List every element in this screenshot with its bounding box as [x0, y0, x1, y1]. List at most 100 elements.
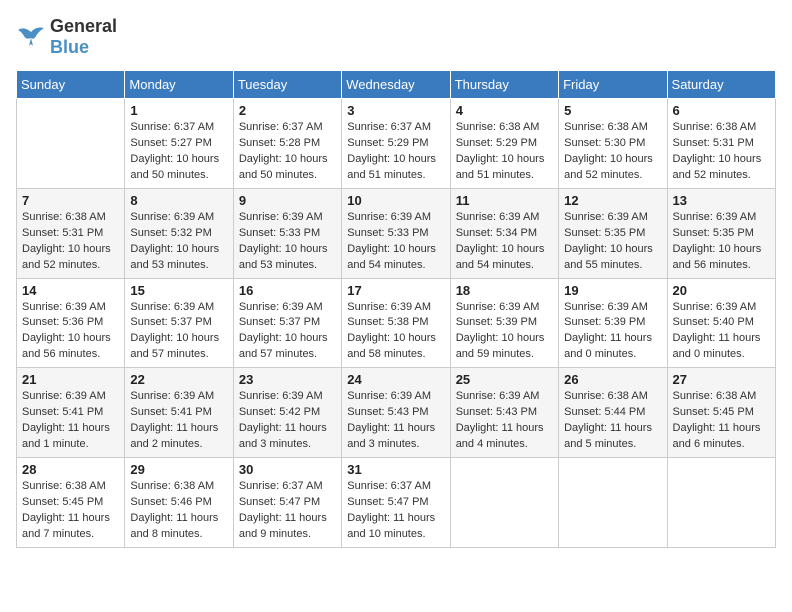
day-number: 16 — [239, 283, 336, 298]
calendar-week-row: 1 Sunrise: 6:37 AMSunset: 5:27 PMDaylight… — [17, 99, 776, 189]
calendar-cell — [17, 99, 125, 189]
calendar-cell: 6 Sunrise: 6:38 AMSunset: 5:31 PMDaylight… — [667, 99, 775, 189]
cell-info: Sunrise: 6:37 AMSunset: 5:47 PMDaylight:… — [239, 479, 336, 543]
calendar-cell: 21Sunrise: 6:39 AMSunset: 5:41 PMDayligh… — [17, 368, 125, 458]
cell-info: Sunrise: 6:39 AMSunset: 5:43 PMDaylight:… — [347, 389, 444, 453]
day-number: 1 — [130, 103, 227, 118]
calendar-cell: 18 Sunrise: 6:39 AMSunset: 5:39 PMDayligh… — [450, 278, 558, 368]
calendar-cell: 30 Sunrise: 6:37 AMSunset: 5:47 PMDayligh… — [233, 458, 341, 548]
calendar-cell — [559, 458, 667, 548]
calendar-cell — [450, 458, 558, 548]
day-number: 5 — [564, 103, 661, 118]
calendar-cell: 25 Sunrise: 6:39 AMSunset: 5:43 PMDayligh… — [450, 368, 558, 458]
day-number: 8 — [130, 193, 227, 208]
weekday-header-cell: Thursday — [450, 71, 558, 99]
calendar-week-row: 28 Sunrise: 6:38 AMSunset: 5:45 PMDayligh… — [17, 458, 776, 548]
day-number: 24 — [347, 372, 444, 387]
calendar-cell: 28 Sunrise: 6:38 AMSunset: 5:45 PMDayligh… — [17, 458, 125, 548]
calendar-cell: 27 Sunrise: 6:38 AMSunset: 5:45 PMDayligh… — [667, 368, 775, 458]
calendar-cell — [667, 458, 775, 548]
calendar-cell: 29 Sunrise: 6:38 AMSunset: 5:46 PMDayligh… — [125, 458, 233, 548]
day-number: 13 — [673, 193, 770, 208]
cell-info: Sunrise: 6:38 AMSunset: 5:44 PMDaylight:… — [564, 389, 661, 453]
day-number: 10 — [347, 193, 444, 208]
weekday-header-cell: Wednesday — [342, 71, 450, 99]
cell-info: Sunrise: 6:39 AMSunset: 5:37 PMDaylight:… — [130, 300, 227, 364]
day-number: 11 — [456, 193, 553, 208]
calendar-cell: 3Sunrise: 6:37 AMSunset: 5:29 PMDaylight… — [342, 99, 450, 189]
calendar-cell: 15 Sunrise: 6:39 AMSunset: 5:37 PMDayligh… — [125, 278, 233, 368]
cell-info: Sunrise: 6:39 AMSunset: 5:35 PMDaylight:… — [564, 210, 661, 274]
cell-info: Sunrise: 6:38 AMSunset: 5:45 PMDaylight:… — [22, 479, 119, 543]
cell-info: Sunrise: 6:38 AMSunset: 5:45 PMDaylight:… — [673, 389, 770, 453]
cell-info: Sunrise: 6:39 AMSunset: 5:39 PMDaylight:… — [456, 300, 553, 364]
cell-info: Sunrise: 6:37 AMSunset: 5:29 PMDaylight:… — [347, 120, 444, 184]
cell-info: Sunrise: 6:38 AMSunset: 5:30 PMDaylight:… — [564, 120, 661, 184]
day-number: 12 — [564, 193, 661, 208]
calendar-cell: 4 Sunrise: 6:38 AMSunset: 5:29 PMDaylight… — [450, 99, 558, 189]
cell-info: Sunrise: 6:39 AMSunset: 5:32 PMDaylight:… — [130, 210, 227, 274]
calendar-cell: 20 Sunrise: 6:39 AMSunset: 5:40 PMDayligh… — [667, 278, 775, 368]
calendar-header-row: SundayMondayTuesdayWednesdayThursdayFrid… — [17, 71, 776, 99]
calendar-cell: 1 Sunrise: 6:37 AMSunset: 5:27 PMDaylight… — [125, 99, 233, 189]
calendar-cell: 13 Sunrise: 6:39 AMSunset: 5:35 PMDayligh… — [667, 188, 775, 278]
day-number: 6 — [673, 103, 770, 118]
cell-info: Sunrise: 6:39 AMSunset: 5:35 PMDaylight:… — [673, 210, 770, 274]
calendar-cell: 31Sunrise: 6:37 AMSunset: 5:47 PMDayligh… — [342, 458, 450, 548]
cell-info: Sunrise: 6:37 AMSunset: 5:28 PMDaylight:… — [239, 120, 336, 184]
day-number: 25 — [456, 372, 553, 387]
cell-info: Sunrise: 6:39 AMSunset: 5:43 PMDaylight:… — [456, 389, 553, 453]
calendar-cell: 17 Sunrise: 6:39 AMSunset: 5:38 PMDayligh… — [342, 278, 450, 368]
cell-info: Sunrise: 6:39 AMSunset: 5:40 PMDaylight:… — [673, 300, 770, 364]
calendar-cell: 7Sunrise: 6:38 AMSunset: 5:31 PMDaylight… — [17, 188, 125, 278]
cell-info: Sunrise: 6:38 AMSunset: 5:31 PMDaylight:… — [673, 120, 770, 184]
calendar-cell: 11 Sunrise: 6:39 AMSunset: 5:34 PMDayligh… — [450, 188, 558, 278]
calendar-week-row: 14 Sunrise: 6:39 AMSunset: 5:36 PMDayligh… — [17, 278, 776, 368]
logo: General Blue — [16, 16, 117, 58]
day-number: 2 — [239, 103, 336, 118]
day-number: 20 — [673, 283, 770, 298]
day-number: 28 — [22, 462, 119, 477]
day-number: 15 — [130, 283, 227, 298]
day-number: 17 — [347, 283, 444, 298]
calendar-body: 1 Sunrise: 6:37 AMSunset: 5:27 PMDaylight… — [17, 99, 776, 548]
cell-info: Sunrise: 6:39 AMSunset: 5:33 PMDaylight:… — [239, 210, 336, 274]
calendar-cell: 14 Sunrise: 6:39 AMSunset: 5:36 PMDayligh… — [17, 278, 125, 368]
cell-info: Sunrise: 6:39 AMSunset: 5:38 PMDaylight:… — [347, 300, 444, 364]
calendar-cell: 23 Sunrise: 6:39 AMSunset: 5:42 PMDayligh… — [233, 368, 341, 458]
calendar-cell: 10Sunrise: 6:39 AMSunset: 5:33 PMDayligh… — [342, 188, 450, 278]
day-number: 23 — [239, 372, 336, 387]
cell-info: Sunrise: 6:39 AMSunset: 5:36 PMDaylight:… — [22, 300, 119, 364]
day-number: 26 — [564, 372, 661, 387]
day-number: 21 — [22, 372, 119, 387]
day-number: 27 — [673, 372, 770, 387]
cell-info: Sunrise: 6:39 AMSunset: 5:41 PMDaylight:… — [130, 389, 227, 453]
calendar-cell: 5 Sunrise: 6:38 AMSunset: 5:30 PMDaylight… — [559, 99, 667, 189]
day-number: 14 — [22, 283, 119, 298]
day-number: 22 — [130, 372, 227, 387]
day-number: 19 — [564, 283, 661, 298]
calendar-cell: 24 Sunrise: 6:39 AMSunset: 5:43 PMDayligh… — [342, 368, 450, 458]
cell-info: Sunrise: 6:39 AMSunset: 5:34 PMDaylight:… — [456, 210, 553, 274]
cell-info: Sunrise: 6:38 AMSunset: 5:46 PMDaylight:… — [130, 479, 227, 543]
calendar-cell: 12 Sunrise: 6:39 AMSunset: 5:35 PMDayligh… — [559, 188, 667, 278]
cell-info: Sunrise: 6:39 AMSunset: 5:39 PMDaylight:… — [564, 300, 661, 364]
calendar-cell: 9 Sunrise: 6:39 AMSunset: 5:33 PMDaylight… — [233, 188, 341, 278]
day-number: 4 — [456, 103, 553, 118]
weekday-header-cell: Tuesday — [233, 71, 341, 99]
logo-text: General Blue — [50, 16, 117, 58]
weekday-header-cell: Friday — [559, 71, 667, 99]
day-number: 18 — [456, 283, 553, 298]
day-number: 30 — [239, 462, 336, 477]
cell-info: Sunrise: 6:39 AMSunset: 5:42 PMDaylight:… — [239, 389, 336, 453]
calendar-table: SundayMondayTuesdayWednesdayThursdayFrid… — [16, 70, 776, 548]
day-number: 9 — [239, 193, 336, 208]
calendar-cell: 26 Sunrise: 6:38 AMSunset: 5:44 PMDayligh… — [559, 368, 667, 458]
cell-info: Sunrise: 6:38 AMSunset: 5:29 PMDaylight:… — [456, 120, 553, 184]
day-number: 29 — [130, 462, 227, 477]
weekday-header-cell: Sunday — [17, 71, 125, 99]
calendar-cell: 19 Sunrise: 6:39 AMSunset: 5:39 PMDayligh… — [559, 278, 667, 368]
day-number: 31 — [347, 462, 444, 477]
cell-info: Sunrise: 6:37 AMSunset: 5:27 PMDaylight:… — [130, 120, 227, 184]
calendar-cell: 16Sunrise: 6:39 AMSunset: 5:37 PMDayligh… — [233, 278, 341, 368]
